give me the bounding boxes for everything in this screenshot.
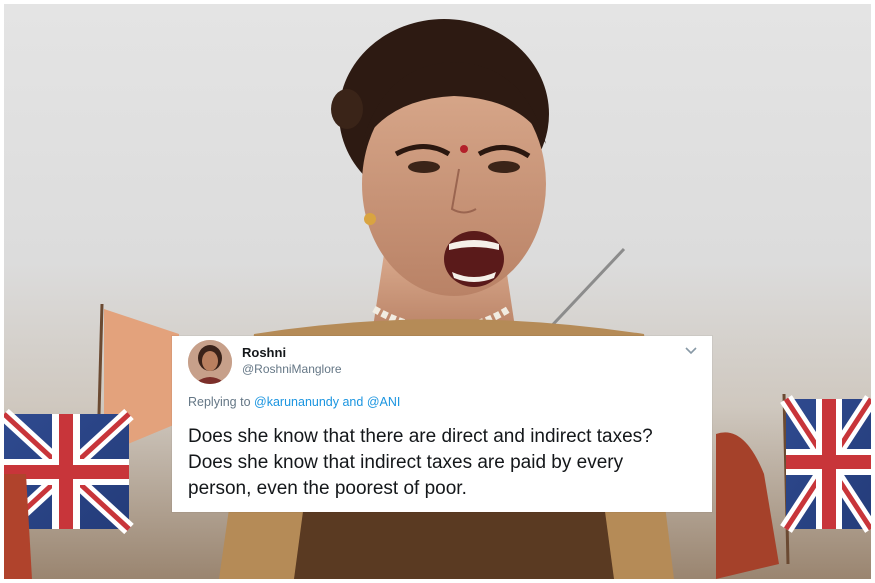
tweet-text-line: Does she know that indirect taxes are pa… [188, 452, 624, 473]
spear [542, 247, 626, 336]
mention-link[interactable]: @karunanundy [254, 395, 339, 409]
replying-to-label: Replying to [188, 395, 251, 409]
tweet-text-line: Does she know that there are direct and … [188, 426, 653, 447]
mention-link[interactable]: @ANI [367, 395, 401, 409]
replying-to: Replying to @karunanundy and @ANI [188, 395, 400, 409]
author-name[interactable]: Roshni [242, 345, 286, 360]
uk-flag-right [780, 393, 871, 565]
chevron-down-icon[interactable] [684, 346, 698, 356]
tweet-text: Does she know that there are direct and … [188, 424, 708, 502]
avatar-image [188, 340, 232, 384]
author-handle[interactable]: @RoshniManglore [242, 362, 342, 376]
tweet-text-line: person, even the poorest of poor. [188, 478, 467, 499]
soldier-figure [716, 432, 779, 579]
avatar[interactable] [188, 340, 232, 384]
mention-conjunction: and [342, 395, 364, 409]
tweet-card: Roshni @RoshniManglore Replying to @karu… [172, 336, 712, 512]
